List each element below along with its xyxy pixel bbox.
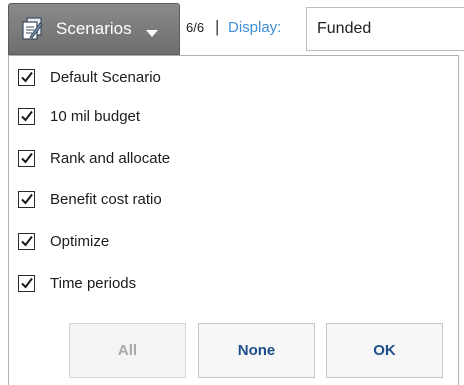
scenarios-label: Scenarios — [56, 19, 132, 38]
select-none-button[interactable]: None — [198, 323, 315, 378]
scenario-item-rank-and-allocate[interactable]: Rank and allocate — [9, 140, 458, 176]
display-input[interactable] — [306, 7, 464, 51]
scenario-item-benefit-cost-ratio[interactable]: Benefit cost ratio — [9, 181, 458, 217]
checkmark-icon — [20, 71, 33, 83]
select-all-button[interactable]: All — [69, 323, 186, 378]
scenarios-dropdown-button[interactable]: Scenarios — [8, 3, 180, 55]
scenario-label: Default Scenario — [50, 68, 161, 86]
scenario-item-10-mil-budget[interactable]: 10 mil budget — [9, 98, 458, 134]
caret-down-icon — [145, 25, 158, 37]
scenario-label: Benefit cost ratio — [50, 190, 162, 208]
display-label: Display: — [228, 19, 282, 36]
checkmark-icon — [20, 110, 33, 122]
checkbox[interactable] — [18, 68, 35, 86]
separator: | — [215, 17, 220, 36]
scenarios-dropdown-panel: Default Scenario 10 mil budget Rank and … — [8, 55, 459, 385]
scenario-label: Rank and allocate — [50, 149, 171, 167]
ok-button[interactable]: OK — [326, 323, 443, 378]
scenario-label: 10 mil budget — [50, 107, 141, 125]
checkbox[interactable] — [18, 232, 35, 250]
toolbar: Scenarios 6/6 | Display: — [0, 0, 464, 58]
scenario-item-default[interactable]: Default Scenario — [9, 59, 458, 95]
scenario-item-time-periods[interactable]: Time periods — [9, 265, 458, 301]
checkbox[interactable] — [18, 190, 35, 208]
scenario-document-icon — [21, 17, 43, 41]
checkmark-icon — [20, 193, 33, 205]
checkmark-icon — [20, 277, 33, 289]
checkbox[interactable] — [18, 274, 35, 292]
scenario-count: 6/6 — [186, 20, 205, 35]
checkbox[interactable] — [18, 107, 35, 125]
scenario-item-optimize[interactable]: Optimize — [9, 223, 458, 259]
scenario-label: Time periods — [50, 274, 137, 292]
checkmark-icon — [20, 235, 33, 247]
scenario-label: Optimize — [50, 232, 110, 250]
checkbox[interactable] — [18, 149, 35, 167]
checkmark-icon — [20, 152, 33, 164]
